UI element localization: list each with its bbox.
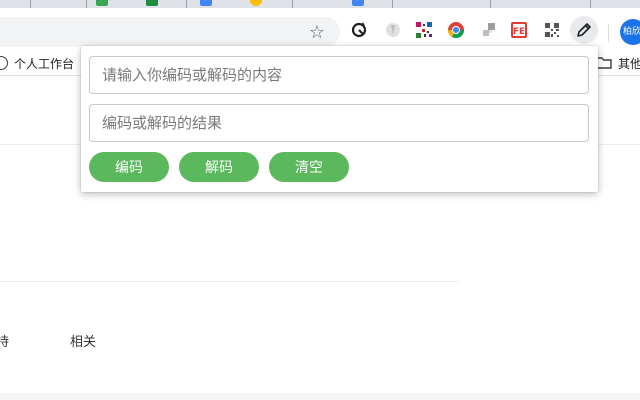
tab-strip <box>0 0 640 8</box>
encode-input[interactable] <box>89 56 589 94</box>
tab-favicon-icon[interactable] <box>200 0 212 6</box>
toolbar-divider <box>608 24 609 42</box>
tab-separator <box>186 0 187 8</box>
tab-separator <box>392 0 393 8</box>
pencil-icon <box>577 23 591 37</box>
result-output[interactable] <box>89 104 589 142</box>
decode-button[interactable]: 解码 <box>179 152 259 182</box>
refresh-icon[interactable] <box>350 21 368 39</box>
bookmark-star-icon[interactable]: ☆ <box>306 22 328 44</box>
bookmark-item[interactable]: 个人工作台 <box>0 54 74 72</box>
page-footer-band <box>0 393 640 400</box>
tab-separator <box>86 0 87 8</box>
clear-button[interactable]: 清空 <box>269 152 349 182</box>
encode-button[interactable]: 编码 <box>89 152 169 182</box>
address-bar[interactable] <box>0 17 340 47</box>
tab-separator <box>590 0 591 8</box>
bookmark-label: 个人工作台 <box>14 56 75 71</box>
globe-icon <box>0 56 8 70</box>
bookmark-folder-label: 其他 <box>618 56 640 71</box>
bookmark-folder-other[interactable]: 其他 <box>596 54 640 72</box>
page-link[interactable]: 持 <box>0 331 9 350</box>
chrome-icon[interactable] <box>447 21 465 39</box>
fe-label: FE <box>513 27 525 37</box>
tab-separator <box>292 0 293 8</box>
extension-grey-icon[interactable] <box>384 21 402 39</box>
folder-icon <box>596 57 612 69</box>
qr-code-icon[interactable] <box>415 21 433 39</box>
pencil-extension-button[interactable] <box>570 16 598 44</box>
puzzle-icon[interactable] <box>480 21 498 39</box>
tab-separator <box>30 0 31 8</box>
browser-toolbar: ☆ FE 柏欣 <box>0 8 640 50</box>
tab-favicon-icon[interactable] <box>250 0 262 6</box>
tab-separator <box>490 0 491 8</box>
profile-avatar[interactable]: 柏欣 <box>620 19 640 45</box>
tab-favicon-icon[interactable] <box>146 0 158 6</box>
tab-favicon-icon[interactable] <box>352 0 364 6</box>
extension-popup: 编码 解码 清空 <box>81 46 598 192</box>
page-divider <box>0 281 458 282</box>
tab-favicon-icon[interactable] <box>96 0 108 6</box>
fe-icon[interactable]: FE <box>510 21 528 39</box>
page-link[interactable]: 相关 <box>70 331 96 350</box>
qr-code-icon[interactable] <box>543 21 561 39</box>
